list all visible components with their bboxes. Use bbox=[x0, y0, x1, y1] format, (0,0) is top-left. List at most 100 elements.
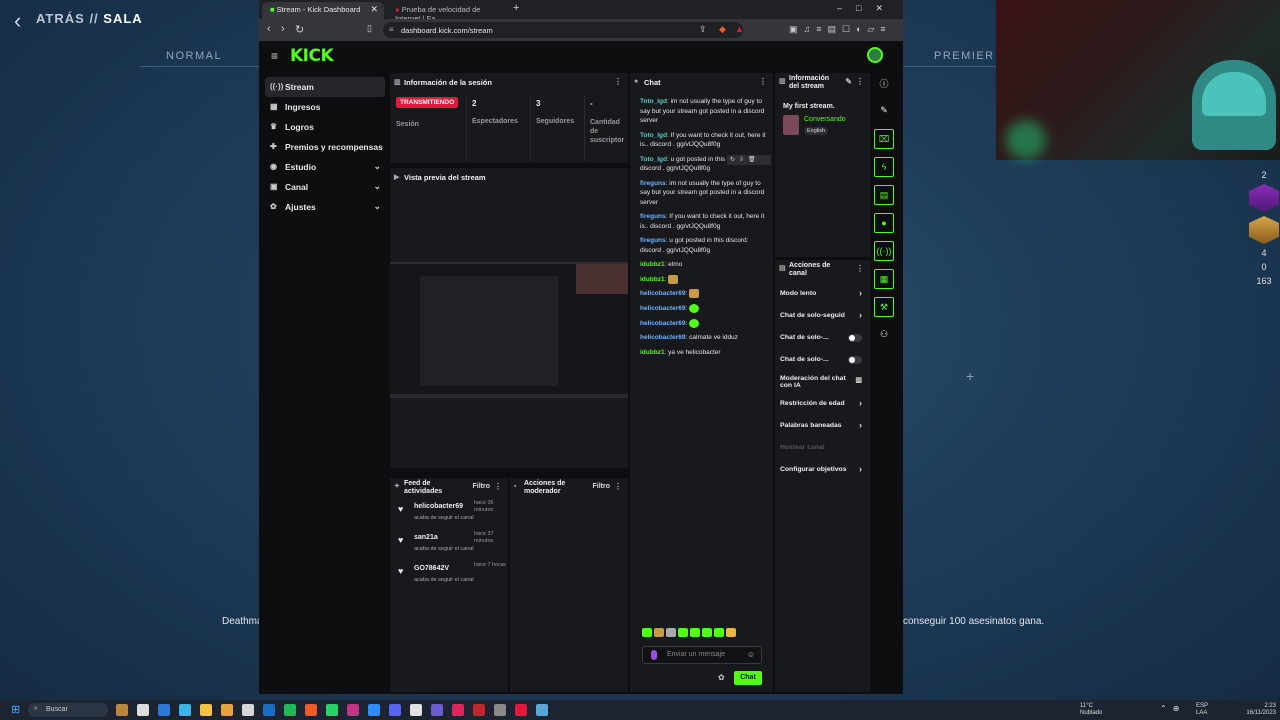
app-icon[interactable] bbox=[116, 704, 128, 716]
document-icon[interactable]: ▤ bbox=[874, 185, 894, 205]
stream-category[interactable]: Conversando bbox=[804, 116, 846, 123]
system-tray[interactable]: ⌃⊕ bbox=[1160, 704, 1185, 713]
channel-action-item[interactable]: Chat de solo-... bbox=[775, 350, 870, 372]
clip-icon[interactable]: ⌧ bbox=[874, 129, 894, 149]
level-icon[interactable] bbox=[1249, 216, 1279, 244]
toggle-switch[interactable] bbox=[848, 334, 862, 342]
more-icon[interactable]: ⋮ bbox=[856, 78, 864, 86]
bookmark-icon[interactable]: ▯ bbox=[367, 23, 372, 34]
sidebar-item-ajustes[interactable]: ✿ Ajustes ⌄ bbox=[265, 197, 385, 217]
app-icon[interactable] bbox=[305, 704, 317, 716]
edit-icon[interactable]: ✎ bbox=[874, 101, 894, 121]
more-icon[interactable]: ⋮ bbox=[759, 77, 767, 86]
brave-shield-icon[interactable]: ◆ bbox=[719, 24, 726, 35]
more-icon[interactable]: ⋮ bbox=[494, 483, 502, 491]
emote-icon[interactable] bbox=[690, 628, 700, 637]
microphone-icon[interactable] bbox=[651, 650, 657, 660]
share-icon[interactable]: ⇪ bbox=[699, 24, 707, 35]
channel-action-item[interactable]: Chat de solo-seguid › bbox=[775, 306, 870, 328]
layout-icon[interactable]: ▦ bbox=[874, 269, 894, 289]
channel-action-item[interactable]: Palabras baneadas › bbox=[775, 416, 870, 438]
app-icon[interactable] bbox=[242, 704, 254, 716]
app-icon[interactable] bbox=[179, 704, 191, 716]
chat-username[interactable]: idubbz1 bbox=[640, 276, 665, 283]
app-icon[interactable] bbox=[515, 704, 527, 716]
sidebar-item-canal[interactable]: ▣ Canal ⌄ bbox=[265, 177, 385, 197]
language-indicator[interactable]: ESP LAA bbox=[1196, 703, 1208, 716]
site-info-icon[interactable]: ≡ bbox=[389, 25, 394, 34]
chat-settings-icon[interactable]: ✿ bbox=[718, 673, 725, 682]
url-input[interactable]: ≡ dashboard.kick.com/stream bbox=[383, 22, 743, 38]
app-icon[interactable] bbox=[158, 704, 170, 716]
app-icon[interactable] bbox=[137, 704, 149, 716]
edit-icon[interactable]: ✎ bbox=[845, 78, 852, 86]
channel-action-item[interactable]: Configurar objetivos › bbox=[775, 460, 870, 482]
app-icon[interactable] bbox=[389, 704, 401, 716]
app-icon[interactable] bbox=[536, 704, 548, 716]
forward-icon[interactable]: › bbox=[281, 23, 285, 35]
rewards-icon[interactable]: ▲ bbox=[735, 24, 744, 34]
emote-bar[interactable] bbox=[642, 628, 738, 639]
mode-tab-premier[interactable]: PREMIER bbox=[934, 50, 995, 62]
chat-username[interactable]: Toto_lgd bbox=[640, 98, 667, 105]
chat-username[interactable]: idubbz1 bbox=[640, 261, 665, 268]
chat-username[interactable]: fireguns bbox=[640, 237, 666, 244]
close-tab-icon[interactable]: ✕ bbox=[370, 4, 378, 15]
user-avatar[interactable] bbox=[867, 47, 883, 63]
channel-action-item[interactable]: Hostear canal bbox=[775, 438, 870, 460]
new-tab-icon[interactable]: + bbox=[513, 2, 519, 14]
reload-icon[interactable]: ↻ bbox=[295, 23, 304, 36]
app-icon[interactable] bbox=[431, 704, 443, 716]
emote-icon[interactable] bbox=[714, 628, 724, 637]
app-icon[interactable] bbox=[200, 704, 212, 716]
more-icon[interactable]: ⋮ bbox=[856, 265, 864, 273]
stream-preview-video[interactable] bbox=[390, 262, 628, 398]
app-icon[interactable] bbox=[410, 704, 422, 716]
back-label[interactable]: ATRÁS // SALA bbox=[36, 11, 143, 26]
chat-input[interactable]: Enviar un mensaje ☺ bbox=[642, 646, 762, 664]
broadcast-icon[interactable]: ((·)) bbox=[874, 241, 894, 261]
channel-action-item[interactable]: Moderación del chat con IA ▥ bbox=[775, 372, 870, 394]
chat-username[interactable]: helicobacter69 bbox=[640, 320, 686, 327]
sidebar-item-estudio[interactable]: ◉ Estudio ⌄ bbox=[265, 157, 385, 177]
app-icon[interactable] bbox=[221, 704, 233, 716]
sidebar-item-premios[interactable]: ✚ Premios y recompensas bbox=[265, 137, 385, 157]
chat-bubble-icon[interactable]: ● bbox=[874, 213, 894, 233]
send-chat-button[interactable]: Chat bbox=[734, 671, 762, 685]
windows-start-icon[interactable]: ⊞ bbox=[11, 703, 20, 716]
more-icon[interactable]: ⋮ bbox=[614, 77, 622, 86]
emote-icon[interactable] bbox=[666, 628, 676, 637]
app-icon[interactable] bbox=[473, 704, 485, 716]
menu-icon[interactable]: ≡ bbox=[271, 49, 278, 63]
channel-action-item[interactable]: Restricción de edad › bbox=[775, 394, 870, 416]
lightning-icon[interactable]: ϟ bbox=[874, 157, 894, 177]
feed-user[interactable]: san21a bbox=[414, 534, 438, 541]
chat-username[interactable]: fireguns bbox=[640, 213, 666, 220]
emote-icon[interactable] bbox=[702, 628, 712, 637]
emote-icon[interactable] bbox=[678, 628, 688, 637]
channel-action-item[interactable]: Chat de solo-... bbox=[775, 328, 870, 350]
filter-button[interactable]: Filtro bbox=[473, 483, 491, 491]
extension-icons[interactable]: ▣♫≡▤☐◐▱≡ bbox=[789, 24, 892, 35]
emote-icon[interactable] bbox=[654, 628, 664, 637]
kick-logo[interactable]: KICK bbox=[290, 46, 334, 66]
app-icon[interactable] bbox=[368, 704, 380, 716]
more-icon[interactable]: ⋮ bbox=[614, 483, 622, 491]
weather-widget[interactable]: 11°C Nublado bbox=[1080, 703, 1102, 716]
sidebar-item-ingresos[interactable]: ▦ Ingresos bbox=[265, 97, 385, 117]
chat-username[interactable]: helicobacter69 bbox=[640, 334, 686, 341]
back-icon[interactable]: ‹ bbox=[267, 23, 271, 35]
window-controls[interactable]: –□✕ bbox=[837, 3, 897, 14]
sidebar-item-stream[interactable]: ((·)) Stream bbox=[265, 77, 385, 97]
chat-username[interactable]: helicobacter69 bbox=[640, 290, 686, 297]
app-icon[interactable] bbox=[452, 704, 464, 716]
browser-tab-speedtest[interactable]: ● Prueba de velocidad de Internet | Fa bbox=[387, 2, 507, 23]
back-arrow-icon[interactable]: ‹ bbox=[14, 8, 21, 34]
browser-tab-kick[interactable]: ■ Stream - Kick Dashboard ✕ bbox=[262, 2, 384, 19]
toggle-switch[interactable] bbox=[848, 356, 862, 364]
channel-action-item[interactable]: Modo lento › bbox=[775, 284, 870, 306]
emoji-icon[interactable]: ☺ bbox=[747, 650, 755, 659]
app-icon[interactable] bbox=[347, 704, 359, 716]
app-icon[interactable] bbox=[284, 704, 296, 716]
message-actions[interactable]: ↻⇩🗑 bbox=[727, 155, 771, 165]
